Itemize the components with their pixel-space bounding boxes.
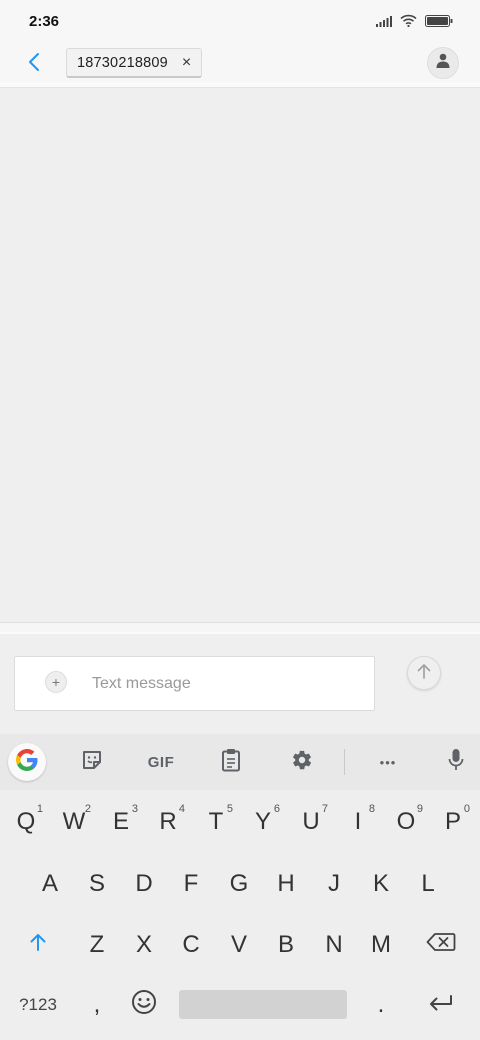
- key-s[interactable]: S: [73, 856, 121, 912]
- key-y[interactable]: Y6: [239, 794, 287, 850]
- status-time: 2:36: [29, 13, 60, 30]
- chevron-left-icon: [28, 52, 40, 77]
- contact-button[interactable]: [427, 47, 459, 79]
- key-l[interactable]: L: [404, 856, 452, 912]
- sticker-button[interactable]: [78, 746, 106, 778]
- enter-key[interactable]: [417, 977, 465, 1033]
- key-w[interactable]: W2: [50, 794, 98, 850]
- key-g[interactable]: G: [215, 856, 263, 912]
- microphone-icon: [448, 748, 464, 777]
- emoji-key[interactable]: [120, 977, 168, 1033]
- google-button[interactable]: [8, 743, 46, 781]
- battery-icon: [425, 14, 453, 32]
- more-icon: •••: [379, 754, 397, 770]
- arrow-up-icon: [417, 663, 431, 684]
- sticker-icon: [81, 749, 103, 776]
- key-b[interactable]: B: [262, 917, 310, 973]
- space-key[interactable]: [179, 990, 347, 1019]
- key-j[interactable]: J: [310, 856, 358, 912]
- signal-icon: [376, 14, 392, 32]
- keyboard-toolbar: GIF •••: [0, 734, 480, 790]
- key-a[interactable]: A: [26, 856, 74, 912]
- voice-input-button[interactable]: [444, 746, 468, 778]
- send-button[interactable]: [407, 656, 441, 690]
- key-z[interactable]: Z: [73, 917, 121, 973]
- key-f[interactable]: F: [167, 856, 215, 912]
- key-i[interactable]: I8: [334, 794, 382, 850]
- backspace-icon: [426, 931, 456, 959]
- back-button[interactable]: [22, 50, 46, 78]
- gif-button[interactable]: GIF: [143, 746, 179, 778]
- gear-icon: [291, 749, 313, 776]
- key-q[interactable]: Q1: [2, 794, 50, 850]
- key-c[interactable]: C: [167, 917, 215, 973]
- key-x[interactable]: X: [120, 917, 168, 973]
- key-u[interactable]: U7: [287, 794, 335, 850]
- key-e[interactable]: E3: [97, 794, 145, 850]
- message-list[interactable]: [0, 89, 480, 622]
- shift-key[interactable]: [14, 917, 62, 973]
- status-icons: [376, 14, 453, 32]
- compose-box: +: [14, 656, 375, 711]
- key-period[interactable]: .: [357, 977, 405, 1033]
- plus-icon: +: [51, 674, 61, 690]
- backspace-key[interactable]: [417, 917, 465, 973]
- key-n[interactable]: N: [310, 917, 358, 973]
- person-icon: [436, 53, 450, 73]
- keyboard: Q1 W2 E3 R4 T5 Y6 U7 I8 O9 P0 A S D F G …: [0, 790, 480, 1040]
- attach-button[interactable]: +: [45, 671, 67, 693]
- key-h[interactable]: H: [262, 856, 310, 912]
- close-icon[interactable]: ×: [182, 54, 191, 71]
- gif-label: GIF: [147, 753, 175, 771]
- clipboard-icon: [221, 748, 241, 777]
- key-comma[interactable]: ,: [73, 977, 121, 1033]
- recipient-chip[interactable]: 18730218809 ×: [66, 48, 203, 78]
- app-header: 18730218809 ×: [0, 44, 480, 82]
- key-v[interactable]: V: [215, 917, 263, 973]
- settings-button[interactable]: [288, 746, 316, 778]
- header-divider: [0, 82, 480, 88]
- key-o[interactable]: O9: [382, 794, 430, 850]
- key-p[interactable]: P0: [429, 794, 477, 850]
- message-input[interactable]: [92, 672, 362, 696]
- shift-icon: [28, 931, 48, 959]
- status-bar: 2:36: [0, 0, 480, 44]
- compose-area: +: [0, 634, 480, 734]
- key-k[interactable]: K: [357, 856, 405, 912]
- more-button[interactable]: •••: [372, 746, 404, 778]
- symbols-key[interactable]: ?123: [12, 977, 64, 1033]
- compose-divider: [0, 622, 480, 634]
- google-logo-icon: [15, 748, 39, 777]
- emoji-icon: [131, 989, 157, 1022]
- wifi-icon: [400, 14, 417, 32]
- clipboard-button[interactable]: [218, 746, 244, 778]
- key-d[interactable]: D: [120, 856, 168, 912]
- toolbar-divider: [344, 749, 345, 775]
- return-icon: [428, 991, 454, 1019]
- key-r[interactable]: R4: [144, 794, 192, 850]
- recipient-number: 18730218809: [77, 54, 168, 71]
- key-t[interactable]: T5: [192, 794, 240, 850]
- key-m[interactable]: M: [357, 917, 405, 973]
